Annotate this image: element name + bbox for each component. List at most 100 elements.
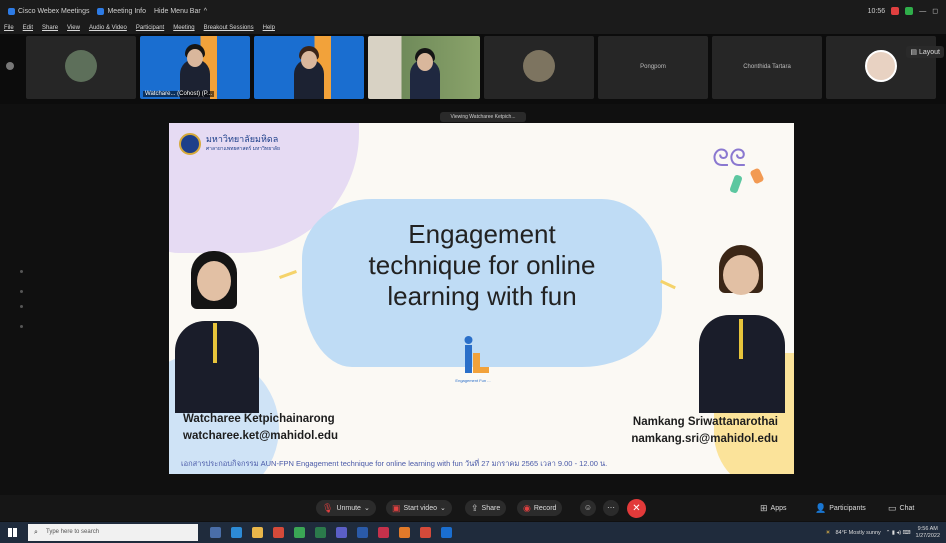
swirl-icon: ᘓᘓ xyxy=(712,145,746,172)
app-icon[interactable] xyxy=(315,527,326,538)
layout-button[interactable]: ▤ Layout xyxy=(906,46,944,58)
chevron-up-icon: ^ xyxy=(203,7,207,15)
participant-tile[interactable] xyxy=(26,36,136,99)
weather-icon: ☀ xyxy=(825,529,831,536)
viewing-label: Viewing Watcharee Ketpich... xyxy=(440,112,526,122)
participant-tile[interactable]: Watchare... (Cohost) (P... xyxy=(140,36,250,99)
strip-scroll-left-icon[interactable] xyxy=(6,62,14,70)
menu-audio-video[interactable]: Audio & Video xyxy=(89,25,127,31)
close-button[interactable]: ◻ xyxy=(932,7,938,15)
il-logo-icon: Engagement Fun ... xyxy=(455,336,491,383)
chevron-down-icon: ⌄ xyxy=(439,505,446,512)
university-name: มหาวิทยาลัยมหิดล xyxy=(206,134,279,144)
connection-icon xyxy=(905,7,914,15)
menu-help[interactable]: Help xyxy=(263,25,275,31)
chat-button[interactable]: ▭ Chat xyxy=(888,503,914,514)
microphone-muted-icon: 🎙 xyxy=(322,502,334,513)
tray-icons[interactable]: ⌃ ▮ ◂) ⌨ xyxy=(886,530,911,536)
more-options-button[interactable]: ⋯ xyxy=(603,500,619,516)
participants-button[interactable]: 👤 Participants xyxy=(815,503,866,514)
university-logo-row: มหาวิทยาลัยมหิดล ศาลายาแพทยศาสตร์ มหาวิท… xyxy=(179,133,280,155)
participant-tile[interactable] xyxy=(484,36,594,99)
participant-name: Chonthida Tartara xyxy=(743,64,791,70)
meeting-info-button[interactable]: Meeting Info xyxy=(97,7,146,15)
participant-tile[interactable]: Chonthida Tartara xyxy=(712,36,822,99)
minimize-button[interactable]: — xyxy=(919,8,926,15)
taskbar-search-input[interactable]: ⌕ Type here to search xyxy=(28,524,198,541)
university-subtitle: ศาลายาแพทยศาสตร์ มหาวิทยาลัย xyxy=(206,146,280,152)
menu-breakout-sessions[interactable]: Breakout Sessions xyxy=(204,25,254,31)
start-video-button[interactable]: ▣ Start video ⌄ xyxy=(386,500,452,516)
menu-view[interactable]: View xyxy=(67,25,80,31)
confetti-icon xyxy=(729,174,743,194)
avatar xyxy=(65,50,97,82)
app-title: Cisco Webex Meetings xyxy=(8,7,89,15)
reactions-button[interactable]: ☺ xyxy=(580,500,596,516)
chat-icon: ▭ xyxy=(888,503,897,513)
il-logo-caption: Engagement Fun ... xyxy=(455,378,490,383)
menu-meeting[interactable]: Meeting xyxy=(173,25,194,31)
app-icon[interactable] xyxy=(294,527,305,538)
chevron-down-icon: ⌄ xyxy=(363,505,370,512)
menu-share[interactable]: Share xyxy=(42,25,58,31)
participants-icon: 👤 xyxy=(815,503,827,513)
avatar xyxy=(523,50,555,82)
app-icon[interactable] xyxy=(336,527,347,538)
webex-icon xyxy=(8,7,15,15)
presenter-right-photo xyxy=(691,241,791,413)
word-icon[interactable] xyxy=(357,527,368,538)
presenter-right-name: Namkang Sriwattanarothai xyxy=(632,416,778,428)
share-icon: ⇪ xyxy=(471,502,479,513)
hide-menu-bar-button[interactable]: Hide Menu Bar ^ xyxy=(154,8,207,15)
meeting-time: 10:56 xyxy=(867,7,886,15)
participant-strip: Watchare... (Cohost) (P... Pongpom Chont… xyxy=(0,34,946,104)
app-icon[interactable] xyxy=(420,527,431,538)
participant-tile[interactable]: Pongpom xyxy=(598,36,708,99)
meeting-controls: 🎙 Unmute ⌄ ▣ Start video ⌄ ⇪ Share ◉ Rec… xyxy=(0,495,946,521)
participant-label: Watchare... (Cohost) (P... xyxy=(143,91,215,97)
menu-edit[interactable]: Edit xyxy=(23,25,33,31)
participant-tile[interactable] xyxy=(368,36,480,99)
side-marker xyxy=(20,270,23,273)
record-icon: ◉ xyxy=(523,502,531,513)
weather-text[interactable]: 84°F Mostly sunny xyxy=(835,530,880,536)
side-marker xyxy=(20,305,23,308)
webex-taskbar-icon[interactable] xyxy=(441,527,452,538)
app-icon[interactable] xyxy=(399,527,410,538)
menu-participant[interactable]: Participant xyxy=(136,25,164,31)
participant-tile[interactable] xyxy=(254,36,364,99)
side-marker xyxy=(20,325,23,328)
windows-start-icon[interactable] xyxy=(8,528,17,537)
confetti-icon xyxy=(749,167,765,185)
share-button[interactable]: ⇪ Share xyxy=(465,500,507,516)
apps-button[interactable]: ⊞ Apps xyxy=(760,503,787,514)
app-icon[interactable] xyxy=(273,527,284,538)
task-view-icon[interactable] xyxy=(210,527,221,538)
presenter-left-email: watcharee.ket@mahidol.edu xyxy=(183,430,339,442)
unmute-button[interactable]: 🎙 Unmute ⌄ xyxy=(316,500,376,516)
file-explorer-icon[interactable] xyxy=(252,527,263,538)
title-bar: Cisco Webex Meetings Meeting Info Hide M… xyxy=(0,0,946,22)
powerpoint-icon[interactable] xyxy=(378,527,389,538)
side-marker xyxy=(20,290,23,293)
sparkle-icon xyxy=(660,279,676,290)
record-button[interactable]: ◉ Record xyxy=(517,500,563,516)
clock[interactable]: 9:56 AM 1/27/2022 xyxy=(916,526,940,540)
university-seal-icon xyxy=(179,133,201,155)
webex-window: Cisco Webex Meetings Meeting Info Hide M… xyxy=(0,0,946,543)
end-meeting-button[interactable]: ✕ xyxy=(627,499,646,518)
presenter-left-name: Watcharee Ketpichainarong xyxy=(183,413,335,425)
presenter-left-photo xyxy=(169,243,269,413)
menu-file[interactable]: File xyxy=(4,25,14,31)
sparkle-icon xyxy=(279,270,297,279)
system-tray: ☀ 84°F Mostly sunny ⌃ ▮ ◂) ⌨ 9:56 AM 1/2… xyxy=(826,522,940,543)
avatar xyxy=(865,50,897,82)
presenter-right-email: namkang.sri@mahidol.edu xyxy=(631,433,778,445)
participant-name: Pongpom xyxy=(640,64,666,70)
apps-icon: ⊞ xyxy=(760,503,768,513)
windows-taskbar: ⌕ Type here to search ☀ 84°F Mostly sunn… xyxy=(0,522,946,543)
edge-icon[interactable] xyxy=(231,527,242,538)
info-icon xyxy=(97,7,105,15)
title-bar-right: 10:56 — ◻ xyxy=(868,7,946,15)
recording-indicator-icon xyxy=(891,7,900,15)
